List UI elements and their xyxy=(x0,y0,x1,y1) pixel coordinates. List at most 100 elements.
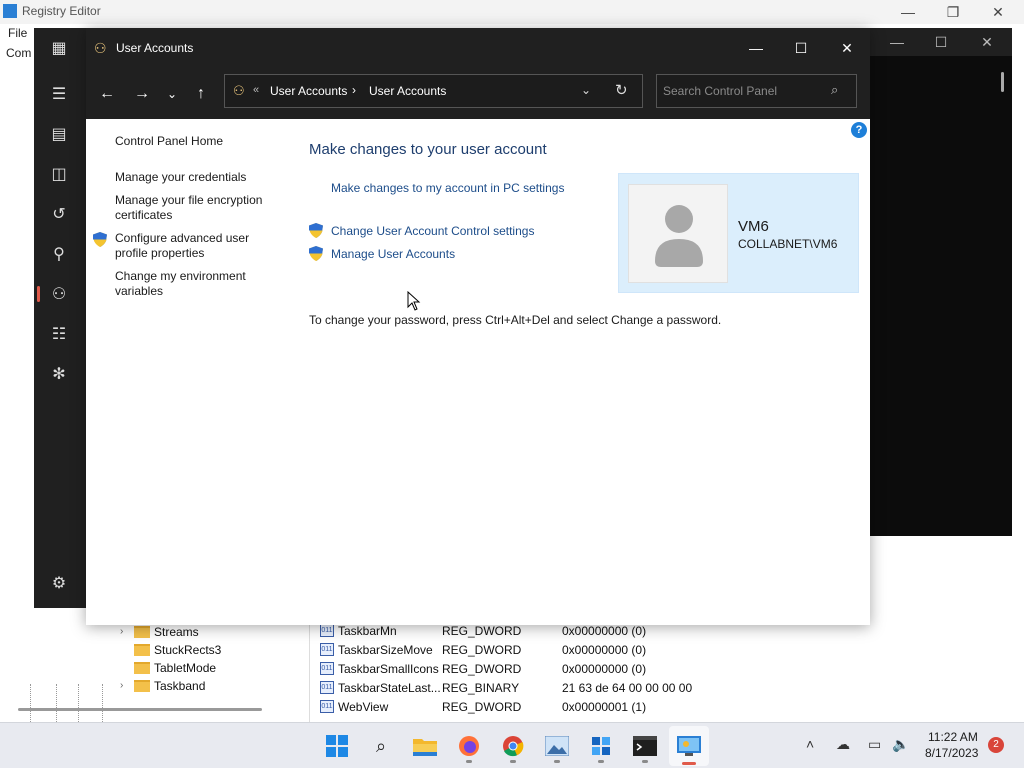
chevron-up-icon[interactable]: ˄ xyxy=(806,736,814,752)
table-row[interactable]: 011 WebView REG_DWORD 0x00000001 (1) xyxy=(320,698,1020,717)
terminal-icon[interactable] xyxy=(629,730,661,762)
registry-editor-titlebar: Registry Editor — ❐ ✕ xyxy=(0,0,1024,24)
registry-editor-taskbar-icon[interactable] xyxy=(585,730,617,762)
folder-icon xyxy=(134,680,150,692)
table-row[interactable]: 011 TaskbarSmallIcons REG_DWORD 0x000000… xyxy=(320,660,1020,679)
active-indicator xyxy=(682,762,696,765)
file-explorer-icon[interactable] xyxy=(409,730,441,762)
running-indicator xyxy=(598,760,604,763)
close-icon[interactable]: ✕ xyxy=(972,32,1002,52)
manage-user-accounts-link[interactable]: Manage User Accounts xyxy=(331,247,455,261)
recent-locations-button[interactable]: ⌄ xyxy=(160,82,184,106)
page-title: Make changes to your user account xyxy=(309,141,547,158)
clock-date[interactable]: 8/17/2023 xyxy=(925,746,978,760)
running-indicator xyxy=(554,760,560,763)
user-accounts-icon: ⚇ xyxy=(233,83,245,98)
close-button[interactable]: ✕ xyxy=(829,36,865,60)
chevron-right-icon[interactable]: › xyxy=(352,83,356,97)
binary-value-icon: 011 xyxy=(320,624,334,637)
file-encryption-link[interactable]: Manage your file encryption certificates xyxy=(115,193,285,223)
user-card: VM6 COLLABNET\VM6 xyxy=(618,173,859,293)
window-title: User Accounts xyxy=(116,41,194,55)
uac-shield-icon xyxy=(309,246,323,261)
control-panel-home-link[interactable]: Control Panel Home xyxy=(115,134,285,149)
up-button[interactable]: ↑ xyxy=(189,82,213,106)
photo-viewer-icon[interactable] xyxy=(541,730,573,762)
startup-icon[interactable]: ⚲ xyxy=(48,244,70,266)
back-button[interactable]: ← xyxy=(95,82,119,106)
breadcrumb-item[interactable]: User Accounts xyxy=(369,84,446,98)
table-row[interactable]: 011 TaskbarStateLast... REG_BINARY 21 63… xyxy=(320,679,1020,698)
search-icon[interactable]: ⌕ xyxy=(831,82,838,98)
running-indicator xyxy=(510,760,516,763)
pc-settings-link[interactable]: Make changes to my account in PC setting… xyxy=(331,181,564,195)
uac-settings-link[interactable]: Change User Account Control settings xyxy=(331,224,534,238)
taskbar: ⌕ ˄ ☁ ▭ 🔈 11:22 AM 8/17/2023 2 xyxy=(0,722,1024,768)
registry-editor-icon xyxy=(3,4,17,18)
chevron-right-icon[interactable]: › xyxy=(120,680,130,691)
maximize-icon[interactable]: ☐ xyxy=(926,32,956,52)
advanced-profile-link[interactable]: Configure advanced user profile properti… xyxy=(115,231,285,261)
running-indicator xyxy=(642,760,648,763)
notification-badge[interactable]: 2 xyxy=(988,737,1004,753)
uac-shield-icon xyxy=(93,232,107,247)
minimize-icon[interactable]: — xyxy=(893,2,923,22)
folder-icon xyxy=(134,644,150,656)
onedrive-offline-icon[interactable]: ☁ xyxy=(836,736,850,753)
services-icon[interactable]: ✻ xyxy=(48,364,70,386)
address-bar[interactable]: ⚇ « User Accounts › User Accounts ⌄ ↻ xyxy=(224,74,643,108)
breadcrumb-overflow-icon[interactable]: « xyxy=(253,84,259,96)
binary-value-icon: 011 xyxy=(320,662,334,675)
dashboard-icon[interactable]: ▤ xyxy=(48,124,70,146)
user-name: VM6 xyxy=(738,218,769,235)
details-list-icon[interactable]: ☷ xyxy=(48,324,70,346)
firefox-icon[interactable] xyxy=(453,730,485,762)
binary-value-icon: 011 xyxy=(320,700,334,713)
mouse-cursor xyxy=(407,290,421,311)
binary-value-icon: 011 xyxy=(320,643,334,656)
control-panel-icon[interactable] xyxy=(673,730,705,762)
chevron-down-icon[interactable]: ⌄ xyxy=(581,83,591,97)
search-box[interactable]: ⌕ xyxy=(656,74,857,108)
volume-icon[interactable]: 🔈 xyxy=(892,736,909,753)
help-icon[interactable]: ? xyxy=(851,122,867,138)
chrome-icon[interactable] xyxy=(497,730,529,762)
network-icon[interactable]: ▭ xyxy=(868,736,881,753)
hamburger-menu-icon[interactable]: ☰ xyxy=(48,84,70,106)
minimize-icon[interactable]: — xyxy=(882,32,912,52)
start-button[interactable] xyxy=(321,730,353,762)
folder-icon xyxy=(134,662,150,674)
avatar xyxy=(628,184,728,283)
active-indicator xyxy=(37,286,40,302)
performance-icon[interactable]: ◫ xyxy=(48,164,70,186)
manage-credentials-link[interactable]: Manage your credentials xyxy=(115,170,285,185)
user-accounts-titlebar: ⚇ User Accounts — ☐ ✕ xyxy=(86,28,870,68)
vertical-scrollbar[interactable] xyxy=(1001,72,1004,92)
binary-value-icon: 011 xyxy=(320,681,334,694)
forward-button[interactable]: → xyxy=(130,82,154,106)
maximize-button[interactable]: ☐ xyxy=(783,36,819,60)
navigation-bar: ← → ⌄ ↑ ⚇ « User Accounts › User Account… xyxy=(86,68,870,119)
table-row[interactable]: 011 TaskbarSizeMove REG_DWORD 0x00000000… xyxy=(320,641,1020,660)
registry-address-text: Com xyxy=(6,46,32,60)
user-accounts-content: ? Control Panel Home Manage your credent… xyxy=(86,119,870,625)
close-icon[interactable]: ✕ xyxy=(983,2,1013,22)
breadcrumb-item[interactable]: User Accounts xyxy=(270,84,347,98)
history-icon[interactable]: ↺ xyxy=(48,204,70,226)
menu-file[interactable]: File xyxy=(8,26,27,40)
search-icon[interactable]: ⌕ xyxy=(365,730,397,762)
settings-nav-rail: ▦ ☰ ▤ ◫ ↺ ⚲ ⚇ ☷ ✻ ⚙ xyxy=(34,28,86,608)
folder-icon xyxy=(134,626,150,638)
horizontal-scrollbar[interactable] xyxy=(18,708,262,711)
clock-time[interactable]: 11:22 AM xyxy=(928,730,978,744)
gear-icon[interactable]: ⚙ xyxy=(48,573,70,595)
minimize-button[interactable]: — xyxy=(738,36,774,60)
environment-variables-link[interactable]: Change my environment variables xyxy=(115,269,285,299)
maximize-icon[interactable]: ❐ xyxy=(938,2,968,22)
refresh-icon[interactable]: ↻ xyxy=(615,81,628,99)
search-input[interactable] xyxy=(663,81,823,101)
chevron-right-icon[interactable]: › xyxy=(120,626,130,637)
running-indicator xyxy=(466,760,472,763)
users-icon[interactable]: ⚇ xyxy=(48,284,70,306)
terminal-window: — ☐ ✕ xyxy=(868,28,1012,536)
